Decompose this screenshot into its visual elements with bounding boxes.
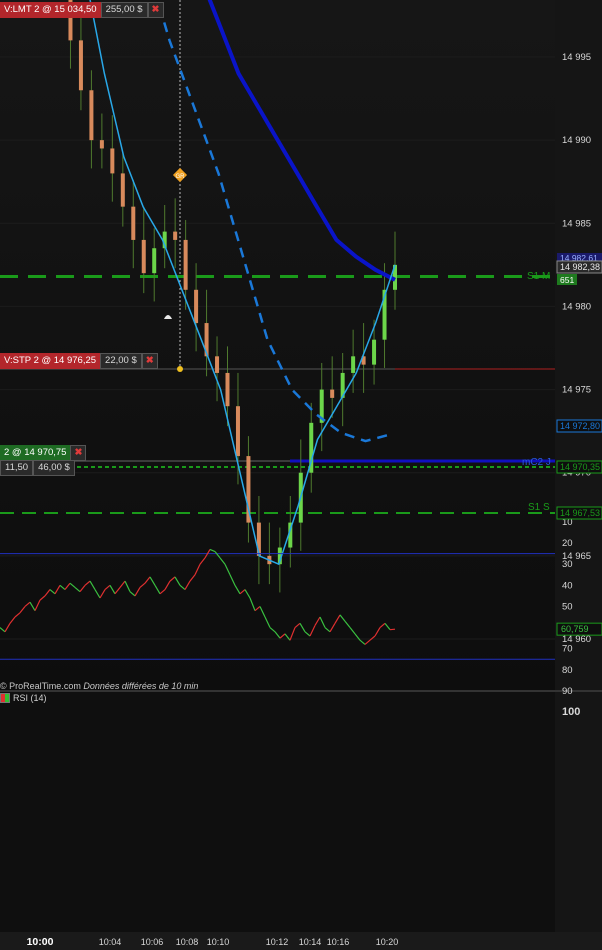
level-label: S1 M bbox=[527, 271, 550, 282]
current-price-tag: 14 982,38 bbox=[560, 262, 600, 272]
price-panel bbox=[0, 0, 555, 690]
rsi-title: RSI (14) bbox=[13, 693, 47, 703]
price-tick-label: 14 975 bbox=[562, 385, 591, 396]
rsi-tick-label: 30 bbox=[562, 559, 573, 570]
candle-body bbox=[215, 356, 220, 373]
candle-body bbox=[225, 372, 230, 407]
time-tick-label: 10:04 bbox=[99, 937, 122, 947]
time-tick-label: 10:06 bbox=[141, 937, 164, 947]
rsi-segment bbox=[389, 628, 396, 631]
rsi-tick-label: 100 bbox=[562, 706, 580, 718]
rsi-legend[interactable]: RSI (14) bbox=[0, 693, 47, 703]
rsi-tick-label: 40 bbox=[562, 580, 573, 591]
candle-body bbox=[99, 140, 104, 149]
price-tick-label: 14 985 bbox=[562, 218, 591, 229]
volume-tag: 651 bbox=[560, 275, 574, 285]
close-icon[interactable]: ✖ bbox=[70, 445, 87, 461]
candle-body bbox=[372, 339, 377, 365]
trading-chart: S1 M mC2 J S1 S 14 995 14 990 14 985 14 980 14… bbox=[0, 0, 602, 950]
time-tick-label: 10:08 bbox=[176, 937, 199, 947]
candle-body bbox=[183, 239, 188, 290]
rsi-axis bbox=[555, 692, 602, 932]
rsi-tick-label: 20 bbox=[562, 538, 573, 549]
rsi-tick-label: 50 bbox=[562, 601, 573, 612]
candle-body bbox=[131, 206, 136, 240]
source-credit: © ProRealTime.com Données différées de 1… bbox=[0, 681, 198, 691]
rsi-tick-label: 80 bbox=[562, 665, 573, 676]
order-value: 255,00 $ bbox=[100, 2, 148, 18]
time-tick-label: 10:10 bbox=[207, 937, 230, 947]
candle-body bbox=[78, 40, 83, 91]
stop-order-tag[interactable]: V:STP 2 @ 14 976,25 22,00 $ ✖ bbox=[0, 353, 158, 369]
candle-body bbox=[173, 231, 178, 240]
candle-body bbox=[110, 148, 115, 174]
stop-marker bbox=[177, 366, 183, 372]
time-tick-label: 10:16 bbox=[327, 937, 350, 947]
rsi-tick-label: 70 bbox=[562, 644, 573, 655]
price-tick-label: 14 990 bbox=[562, 135, 591, 146]
position-values: 11,50 46,00 $ bbox=[0, 460, 75, 476]
time-tick-label: 10:00 bbox=[27, 936, 54, 948]
level-value: 14 972,80 bbox=[560, 421, 600, 431]
order-value: 22,00 $ bbox=[100, 353, 142, 369]
level-label: S1 S bbox=[528, 502, 550, 513]
candle-body bbox=[351, 356, 356, 373]
level-value: 14 970,35 bbox=[560, 462, 600, 472]
price-tick-label: 14 980 bbox=[562, 301, 591, 312]
order-label: V:STP 2 @ 14 976,25 bbox=[0, 353, 101, 369]
level-label: mC2 J bbox=[522, 457, 551, 468]
level-value: 14 967,53 bbox=[560, 508, 600, 518]
price-tick-label: 14 995 bbox=[562, 52, 591, 63]
time-tick-label: 10:12 bbox=[266, 937, 289, 947]
rsi-swatch-icon bbox=[0, 693, 10, 703]
candle-body bbox=[89, 90, 94, 141]
time-tick-label: 10:20 bbox=[376, 937, 399, 947]
rsi-tick-label: 90 bbox=[562, 686, 573, 697]
order-label: V:LMT 2 @ 15 034,50 bbox=[0, 2, 101, 18]
rsi-last-value: 60,759 bbox=[561, 624, 589, 634]
position-qty: 11,50 bbox=[0, 460, 34, 476]
gr-marker-label: GR bbox=[176, 174, 186, 180]
position-label: 2 @ 14 970,75 bbox=[0, 445, 71, 461]
limit-order-tag[interactable]: V:LMT 2 @ 15 034,50 255,00 $ ✖ bbox=[0, 2, 164, 18]
source-name: © ProRealTime.com bbox=[0, 681, 81, 691]
candle-body bbox=[141, 239, 146, 274]
candle-body bbox=[120, 173, 125, 207]
candle-body bbox=[194, 289, 199, 324]
position-tag[interactable]: 2 @ 14 970,75 ✖ bbox=[0, 445, 87, 461]
candle-body bbox=[152, 248, 157, 274]
candle-body bbox=[235, 406, 240, 457]
close-icon[interactable]: ✖ bbox=[147, 2, 164, 18]
candle-body bbox=[330, 389, 335, 398]
close-icon[interactable]: ✖ bbox=[141, 353, 158, 369]
position-value: 46,00 $ bbox=[33, 460, 75, 476]
time-tick-label: 10:14 bbox=[299, 937, 322, 947]
source-note: Données différées de 10 min bbox=[83, 681, 199, 691]
rsi-panel bbox=[0, 692, 555, 932]
